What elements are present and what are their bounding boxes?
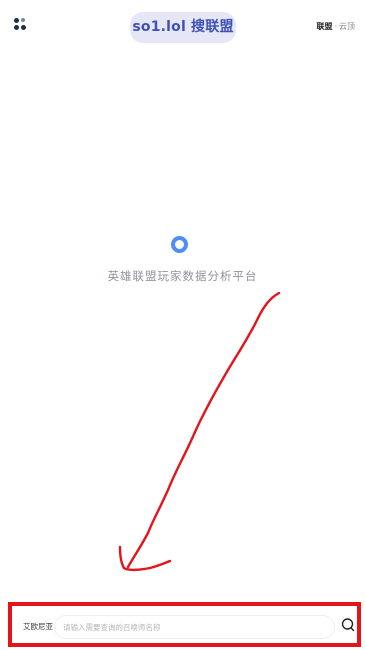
- menu-dot: [21, 18, 25, 22]
- site-title-badge[interactable]: so1.lol 搜联盟: [130, 12, 236, 43]
- menu-dot: [14, 25, 19, 30]
- arrow-head: [118, 545, 172, 572]
- loading-ring-icon: [171, 236, 188, 253]
- game-switch: 联盟 · 云顶: [316, 21, 355, 33]
- region-select[interactable]: 艾欧尼亚: [23, 621, 53, 632]
- menu-dot: [21, 25, 26, 30]
- summoner-search-input[interactable]: [54, 615, 335, 639]
- game-option-lol[interactable]: 联盟: [316, 22, 332, 31]
- arrow-shaft: [126, 291, 281, 569]
- grid-dots-icon[interactable]: [12, 16, 28, 32]
- game-switch-separator: ·: [334, 22, 337, 31]
- game-option-tft[interactable]: 云顶: [339, 22, 355, 31]
- menu-dot: [14, 18, 19, 23]
- app-header: so1.lol 搜联盟 联盟 · 云顶: [0, 0, 365, 56]
- search-icon[interactable]: [341, 617, 355, 633]
- tagline: 英雄联盟玩家数据分析平台: [107, 269, 258, 283]
- hand-drawn-arrow-annotation: [118, 291, 281, 572]
